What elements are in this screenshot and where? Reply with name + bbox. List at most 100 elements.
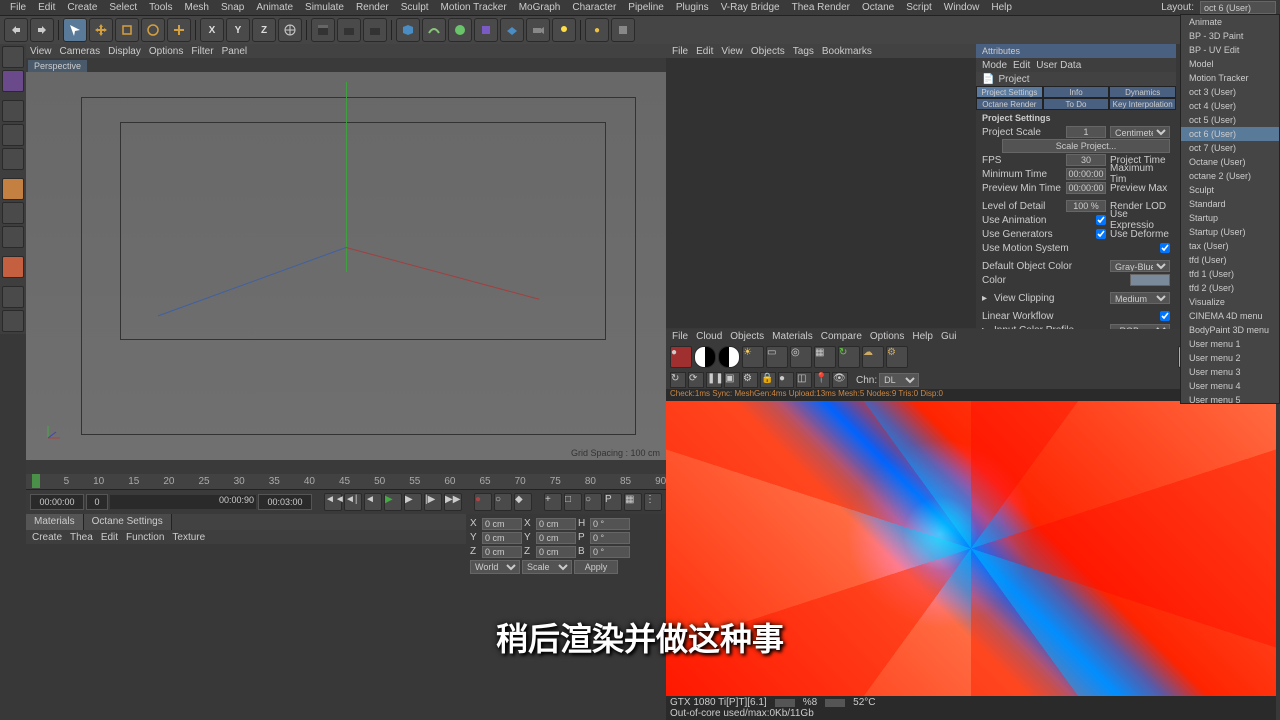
vp-menu-cameras[interactable]: Cameras [60, 46, 101, 57]
menu-render[interactable]: Render [350, 2, 395, 13]
render-region-button[interactable] [337, 18, 361, 42]
oct-refresh-button[interactable]: ↻ [670, 372, 686, 388]
coord-system-select[interactable]: World [470, 560, 520, 574]
render-start-button[interactable]: ● [670, 346, 692, 368]
coord-system-button[interactable] [278, 18, 302, 42]
key-param-button[interactable]: P [604, 493, 622, 511]
def-color-select[interactable]: Gray-Blue [1110, 260, 1170, 272]
select-tool[interactable] [63, 18, 87, 42]
y-size-field[interactable] [536, 532, 576, 544]
vp-menu-options[interactable]: Options [149, 46, 183, 57]
prev-key-button[interactable]: ◄| [344, 493, 362, 511]
layout-option[interactable]: Standard [1181, 197, 1279, 211]
use-motion-check[interactable] [1160, 243, 1170, 253]
start-frame-field[interactable]: 00:00:00 [30, 494, 84, 510]
spline-primitive[interactable] [422, 18, 446, 42]
b-rot-field[interactable] [590, 546, 630, 558]
camera-button[interactable] [526, 18, 550, 42]
oct-pause-button[interactable]: ❚❚ [706, 372, 722, 388]
attr-tab-to-do[interactable]: To Do [1043, 98, 1110, 110]
deformer-button[interactable] [474, 18, 498, 42]
oct-menu-gui[interactable]: Gui [941, 331, 957, 342]
scale-project-button[interactable]: Scale Project... [1002, 139, 1170, 153]
light-button[interactable] [552, 18, 576, 42]
oct-gear-button[interactable]: ⚙ [742, 372, 758, 388]
attr-menu-user-data[interactable]: User Data [1036, 60, 1081, 71]
layout-option[interactable]: Startup [1181, 211, 1279, 225]
layout-option[interactable]: oct 5 (User) [1181, 113, 1279, 127]
attr-tab-project-settings[interactable]: Project Settings [976, 86, 1043, 98]
mat-menu-texture[interactable]: Texture [172, 532, 205, 543]
menu-edit[interactable]: Edit [32, 2, 61, 13]
obj-menu-objects[interactable]: Objects [751, 46, 785, 57]
lock-button[interactable]: ▦ [814, 346, 836, 368]
octane-button[interactable]: ● [585, 18, 609, 42]
oct-menu-options[interactable]: Options [870, 331, 904, 342]
attr-tab-dynamics[interactable]: Dynamics [1109, 86, 1176, 98]
undo-button[interactable] [4, 18, 28, 42]
layout-option[interactable]: Sculpt [1181, 183, 1279, 197]
vp-menu-filter[interactable]: Filter [191, 46, 213, 57]
texture-mode[interactable] [2, 70, 24, 92]
tag-button[interactable] [611, 18, 635, 42]
oct-menu-help[interactable]: Help [912, 331, 933, 342]
layout-option[interactable]: User menu 2 [1181, 351, 1279, 365]
layout-option[interactable]: oct 6 (User) [1181, 127, 1279, 141]
menu-file[interactable]: File [4, 2, 32, 13]
recent-tool[interactable] [167, 18, 191, 42]
key-scale-button[interactable]: □ [564, 493, 582, 511]
menu-mesh[interactable]: Mesh [179, 2, 215, 13]
layout-dropdown[interactable]: AnimateBP - 3D PaintBP - UV EditModelMot… [1180, 14, 1280, 404]
perspective-viewport[interactable]: ViewCamerasDisplayOptionsFilterPanel Per… [26, 44, 666, 474]
menu-create[interactable]: Create [61, 2, 103, 13]
oct-pin-button[interactable]: 📍 [814, 372, 830, 388]
fps-field[interactable] [1066, 154, 1106, 166]
attr-menu-edit[interactable]: Edit [1013, 60, 1030, 71]
x-size-field[interactable] [536, 518, 576, 530]
mat-menu-create[interactable]: Create [32, 532, 62, 543]
next-frame-button[interactable]: ▶ [404, 493, 422, 511]
p-rot-field[interactable] [590, 532, 630, 544]
layout-field[interactable]: oct 6 (User) [1200, 1, 1276, 14]
input-color-select[interactable]: sRGB [1110, 324, 1170, 329]
goto-end-button[interactable]: ▶▶ [444, 493, 462, 511]
layout-option[interactable]: Animate [1181, 15, 1279, 29]
layout-option[interactable]: tfd (User) [1181, 253, 1279, 267]
oct-menu-cloud[interactable]: Cloud [696, 331, 722, 342]
lod-field[interactable] [1066, 200, 1106, 212]
layout-option[interactable]: oct 7 (User) [1181, 141, 1279, 155]
timeline-ruler[interactable]: 05101520253035404550556065707580859000:0… [26, 474, 666, 490]
locked-mode[interactable] [2, 286, 24, 308]
sun-button[interactable]: ☀ [742, 346, 764, 368]
current-frame-field[interactable]: 0 [86, 494, 108, 510]
cloud-button[interactable]: ☁ [862, 346, 884, 368]
polygon-mode[interactable] [2, 148, 24, 170]
mat-menu-thea[interactable]: Thea [70, 532, 93, 543]
expand-icon[interactable]: ▸ [982, 293, 987, 304]
viewport-canvas[interactable]: Grid Spacing : 100 cm [26, 72, 666, 460]
workplane-mode[interactable] [2, 256, 24, 278]
obj-menu-bookmarks[interactable]: Bookmarks [822, 46, 872, 57]
y-axis-toggle[interactable]: Y [226, 18, 250, 42]
layout-option[interactable]: Visualize [1181, 295, 1279, 309]
oct-menu-objects[interactable]: Objects [730, 331, 764, 342]
menu-select[interactable]: Select [103, 2, 143, 13]
rotate-tool[interactable] [141, 18, 165, 42]
layout-option[interactable]: User menu 1 [1181, 337, 1279, 351]
render-view-button[interactable] [311, 18, 335, 42]
layout-option[interactable]: Startup (User) [1181, 225, 1279, 239]
point-mode[interactable] [2, 100, 24, 122]
model-mode[interactable] [2, 46, 24, 68]
menu-window[interactable]: Window [938, 2, 986, 13]
pause-ipr-button[interactable] [694, 346, 716, 368]
menu-help[interactable]: Help [985, 2, 1018, 13]
attr-tab-info[interactable]: Info [1043, 86, 1110, 98]
z-pos-field[interactable] [482, 546, 522, 558]
y-pos-field[interactable] [482, 532, 522, 544]
move-tool[interactable] [89, 18, 113, 42]
edge-mode[interactable] [2, 124, 24, 146]
oct-menu-file[interactable]: File [672, 331, 688, 342]
layout-option[interactable]: tax (User) [1181, 239, 1279, 253]
menu-motion-tracker[interactable]: Motion Tracker [435, 2, 513, 13]
menu-script[interactable]: Script [900, 2, 938, 13]
